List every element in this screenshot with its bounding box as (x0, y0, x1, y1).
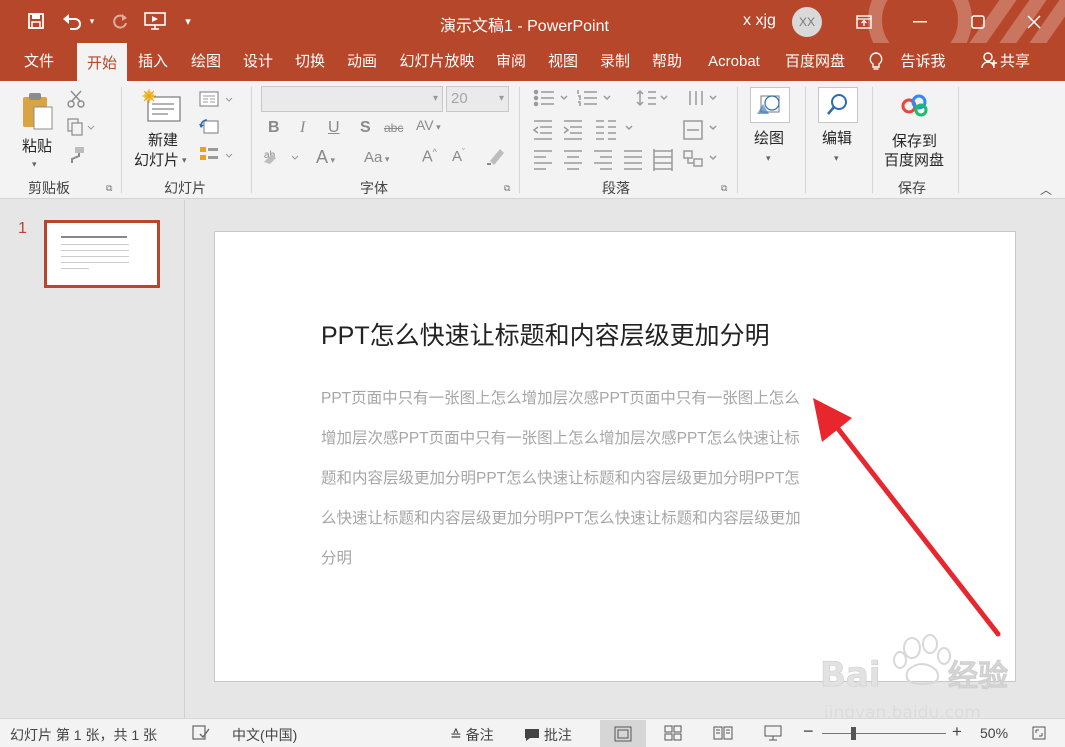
notes-label: 备注 (465, 727, 494, 743)
spelling-check-icon[interactable] (188, 723, 214, 743)
language-indicator[interactable]: 中文(中国) (232, 725, 297, 745)
zoom-level[interactable]: 50% (980, 725, 1008, 741)
baidu-jingyan-watermark: Bai 经验 jingyan.baidu.com (820, 634, 1008, 723)
notes-icon: ≙ (450, 727, 462, 743)
zoom-slider-thumb[interactable] (851, 727, 856, 740)
comments-button[interactable]: 批注 (524, 725, 572, 745)
reading-view-icon[interactable] (710, 723, 736, 743)
zoom-out-icon[interactable]: − (803, 721, 814, 742)
svg-text:Bai: Bai (820, 655, 881, 695)
zoom-in-icon[interactable]: + (952, 722, 962, 742)
slide-sorter-icon[interactable] (660, 723, 686, 743)
notes-button[interactable]: ≙ 备注 (450, 725, 494, 745)
comment-icon (525, 729, 539, 741)
svg-text:经验: 经验 (948, 659, 1008, 694)
slideshow-view-icon[interactable] (760, 723, 786, 743)
normal-view-icon[interactable] (600, 720, 646, 747)
slide-counter: 幻灯片 第 1 张，共 1 张 (10, 727, 158, 743)
status-bar: 幻灯片 第 1 张，共 1 张 中文(中国) ≙ 备注 批注 − + 50% (0, 718, 1065, 747)
fit-slide-icon[interactable] (1026, 723, 1052, 743)
comments-label: 批注 (543, 727, 572, 743)
zoom-slider[interactable] (822, 733, 946, 734)
